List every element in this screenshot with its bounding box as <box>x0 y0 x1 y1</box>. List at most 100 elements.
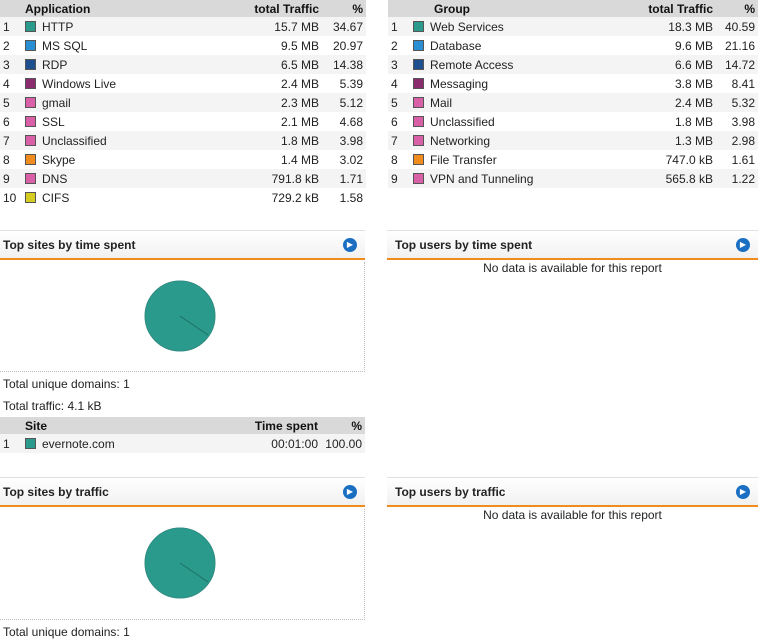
color-swatch <box>413 96 424 108</box>
rank-cell: 5 <box>0 93 20 112</box>
rank-cell: 2 <box>388 36 408 55</box>
color-swatch <box>413 134 424 146</box>
table-row[interactable]: 7 Unclassified 1.8 MB 3.98 <box>0 131 366 150</box>
group-cell[interactable]: Web Services <box>408 17 607 36</box>
table-row[interactable]: 1 Web Services 18.3 MB 40.59 <box>388 17 758 36</box>
table-row[interactable]: 1 HTTP 15.7 MB 34.67 <box>0 17 366 36</box>
group-cell[interactable]: Networking <box>408 131 607 150</box>
application-cell[interactable]: HTTP <box>20 17 197 36</box>
table-row[interactable]: 3 Remote Access 6.6 MB 14.72 <box>388 55 758 74</box>
color-swatch <box>413 153 424 165</box>
panel-title: Top sites by time spent <box>3 238 136 252</box>
panel-title: Top users by time spent <box>395 238 533 252</box>
sites-time-table: Site Time spent % 1 evernote.com 00:01:00 1… <box>0 417 365 453</box>
application-cell[interactable]: Windows Live <box>20 74 197 93</box>
site-header[interactable]: Site <box>20 417 197 434</box>
table-row[interactable]: 2 MS SQL 9.5 MB 20.97 <box>0 36 366 55</box>
application-cell[interactable]: RDP <box>20 55 197 74</box>
table-row[interactable]: 9 DNS 791.8 kB 1.71 <box>0 169 366 188</box>
table-row[interactable]: 3 RDP 6.5 MB 14.38 <box>0 55 366 74</box>
table-row[interactable]: 5 gmail 2.3 MB 5.12 <box>0 93 366 112</box>
traffic-cell: 2.4 MB <box>196 74 322 93</box>
application-name: Unclassified <box>42 133 107 148</box>
sites-traffic-panel-header: Top sites by traffic ▶ <box>0 477 365 507</box>
table-row[interactable]: 8 File Transfer 747.0 kB 1.61 <box>388 150 758 169</box>
application-cell[interactable]: gmail <box>20 93 197 112</box>
table-row[interactable]: 6 Unclassified 1.8 MB 3.98 <box>388 112 758 131</box>
group-name: Remote Access <box>430 57 514 72</box>
group-cell[interactable]: Messaging <box>408 74 607 93</box>
color-swatch <box>413 58 424 70</box>
traffic-cell: 2.1 MB <box>196 112 322 131</box>
traffic-header[interactable]: total Traffic <box>196 0 322 17</box>
rank-cell: 9 <box>0 169 20 188</box>
group-header[interactable]: Group <box>408 0 607 17</box>
application-cell[interactable]: Skype <box>20 150 197 169</box>
pct-header[interactable]: % <box>716 0 758 17</box>
table-row[interactable]: 4 Messaging 3.8 MB 8.41 <box>388 74 758 93</box>
rank-cell: 6 <box>0 112 20 131</box>
group-cell[interactable]: Remote Access <box>408 55 607 74</box>
color-swatch <box>25 77 36 89</box>
application-cell[interactable]: MS SQL <box>20 36 197 55</box>
traffic-cell: 9.5 MB <box>196 36 322 55</box>
applications-table: Application total Traffic % 1 HTTP 15.7 MB… <box>0 0 366 207</box>
table-row[interactable]: 5 Mail 2.4 MB 5.32 <box>388 93 758 112</box>
time-spent-cell: 00:01:00 <box>196 434 321 453</box>
rank-cell: 7 <box>0 131 20 150</box>
rank-cell: 7 <box>388 131 408 150</box>
table-row[interactable]: 2 Database 9.6 MB 21.16 <box>388 36 758 55</box>
color-swatch <box>413 115 424 127</box>
percent-cell: 20.97 <box>322 36 366 55</box>
rank-cell: 3 <box>0 55 20 74</box>
color-swatch <box>25 191 36 203</box>
pct-header[interactable]: % <box>322 0 366 17</box>
application-cell[interactable]: CIFS <box>20 188 197 207</box>
table-row[interactable]: 1 evernote.com 00:01:00 100.00 <box>0 434 365 453</box>
application-header[interactable]: Application <box>20 0 197 17</box>
table-row[interactable]: 7 Networking 1.3 MB 2.98 <box>388 131 758 150</box>
pct-header[interactable]: % <box>321 417 365 434</box>
group-cell[interactable]: Unclassified <box>408 112 607 131</box>
time-header[interactable]: Time spent <box>196 417 321 434</box>
play-circle-icon[interactable]: ▶ <box>736 238 750 252</box>
traffic-cell: 1.3 MB <box>606 131 716 150</box>
applications-header-row: Application total Traffic % <box>0 0 366 17</box>
traffic-header[interactable]: total Traffic <box>606 0 716 17</box>
play-circle-icon[interactable]: ▶ <box>736 485 750 499</box>
rank-header <box>0 417 20 434</box>
group-cell[interactable]: File Transfer <box>408 150 607 169</box>
application-name: DNS <box>42 171 68 186</box>
sites-time-panel-header: Top sites by time spent ▶ <box>0 230 365 260</box>
application-cell[interactable]: Unclassified <box>20 131 197 150</box>
table-row[interactable]: 4 Windows Live 2.4 MB 5.39 <box>0 74 366 93</box>
group-cell[interactable]: VPN and Tunneling <box>408 169 607 188</box>
color-swatch <box>25 39 36 51</box>
group-cell[interactable]: Mail <box>408 93 607 112</box>
table-row[interactable]: 9 VPN and Tunneling 565.8 kB 1.22 <box>388 169 758 188</box>
play-circle-icon[interactable]: ▶ <box>343 485 357 499</box>
sites-time-panel-body <box>0 262 365 372</box>
traffic-cell: 9.6 MB <box>606 36 716 55</box>
traffic-cell: 565.8 kB <box>606 169 716 188</box>
rank-cell: 4 <box>388 74 408 93</box>
rank-header <box>0 0 20 17</box>
rank-cell: 6 <box>388 112 408 131</box>
color-swatch <box>25 172 36 184</box>
application-name: SSL <box>42 114 65 129</box>
application-cell[interactable]: DNS <box>20 169 197 188</box>
group-cell[interactable]: Database <box>408 36 607 55</box>
application-cell[interactable]: SSL <box>20 112 197 131</box>
site-cell[interactable]: evernote.com <box>20 434 197 453</box>
percent-cell: 4.68 <box>322 112 366 131</box>
application-name: gmail <box>42 95 71 110</box>
total-traffic: Total traffic: 4.1 kB <box>3 399 102 413</box>
table-row[interactable]: 10 CIFS 729.2 kB 1.58 <box>0 188 366 207</box>
table-row[interactable]: 8 Skype 1.4 MB 3.02 <box>0 150 366 169</box>
sites-traffic-panel-body <box>0 509 365 620</box>
percent-cell: 14.72 <box>716 55 758 74</box>
play-circle-icon[interactable]: ▶ <box>343 238 357 252</box>
group-name: Unclassified <box>430 114 495 129</box>
table-row[interactable]: 6 SSL 2.1 MB 4.68 <box>0 112 366 131</box>
application-name: HTTP <box>42 19 74 34</box>
